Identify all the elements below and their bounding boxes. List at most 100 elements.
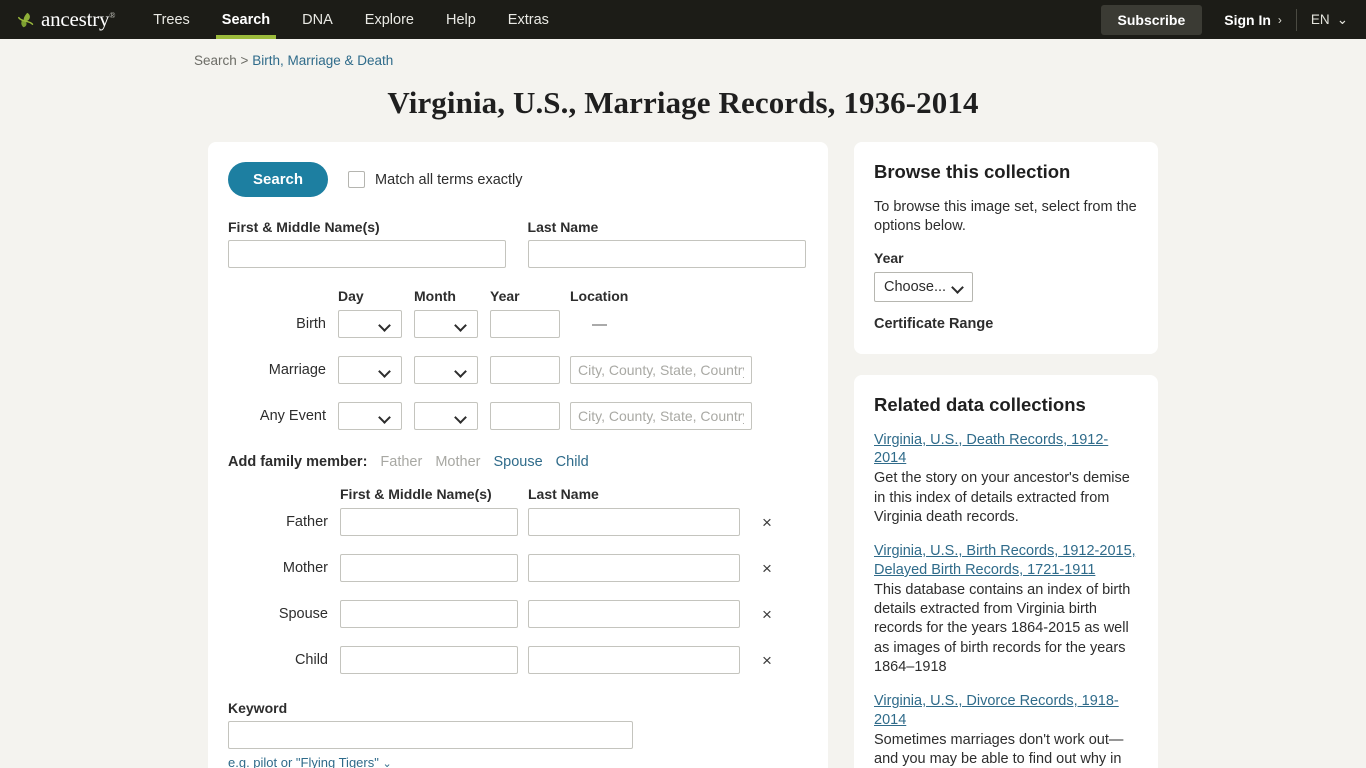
add-family-father: Father bbox=[380, 454, 423, 470]
row-label-birth: Birth bbox=[296, 316, 326, 332]
birth-location-dash: — bbox=[592, 315, 607, 333]
birth-day-select[interactable] bbox=[338, 310, 402, 338]
remove-father-icon[interactable]: × bbox=[758, 514, 776, 531]
any-event-year-input[interactable] bbox=[490, 402, 560, 430]
header-year: Year bbox=[490, 288, 520, 304]
related-desc-birth-records: This database contains an index of birth… bbox=[874, 581, 1131, 675]
remove-spouse-icon[interactable]: × bbox=[758, 606, 776, 623]
search-button[interactable]: Search bbox=[228, 162, 329, 197]
mother-last-name-input[interactable] bbox=[528, 554, 740, 582]
first-name-group: First & Middle Name(s) bbox=[228, 219, 506, 268]
match-all-terms-label: Match all terms exactly bbox=[375, 171, 523, 188]
father-first-name-input[interactable] bbox=[340, 508, 518, 536]
search-actions-row: Search Match all terms exactly bbox=[228, 162, 806, 197]
family-row-label-child: Child bbox=[294, 652, 328, 668]
related-collections-card: Related data collections Virginia, U.S.,… bbox=[854, 374, 1158, 768]
event-date-location-grid: Day Month Year Location Birth — Marriage… bbox=[228, 288, 806, 430]
first-name-input[interactable] bbox=[228, 240, 506, 268]
header-month: Month bbox=[414, 288, 456, 304]
spouse-first-name-input[interactable] bbox=[340, 600, 518, 628]
add-family-child[interactable]: Child bbox=[556, 454, 589, 470]
related-collection-item: Virginia, U.S., Divorce Records, 1918-20… bbox=[874, 692, 1138, 768]
nav-item-dna[interactable]: DNA bbox=[286, 0, 349, 39]
browse-year-select-value: Choose... bbox=[884, 278, 947, 295]
breadcrumb-separator: > bbox=[240, 53, 249, 68]
related-link-death-records[interactable]: Virginia, U.S., Death Records, 1912-2014 bbox=[874, 431, 1138, 469]
chevron-right-icon: › bbox=[1277, 12, 1282, 27]
related-collections-heading: Related data collections bbox=[874, 393, 1086, 415]
marriage-month-select[interactable] bbox=[414, 356, 478, 384]
any-event-day-select[interactable] bbox=[338, 402, 402, 430]
browse-year-label: Year bbox=[874, 249, 904, 266]
sidebar: Browse this collection To browse this im… bbox=[854, 142, 1158, 768]
remove-child-icon[interactable]: × bbox=[758, 652, 776, 669]
nav-item-trees[interactable]: Trees bbox=[137, 0, 206, 39]
marriage-location-input[interactable] bbox=[570, 356, 752, 384]
nav-item-extras[interactable]: Extras bbox=[492, 0, 565, 39]
related-collection-item: Virginia, U.S., Birth Records, 1912-2015… bbox=[874, 542, 1138, 677]
ancestry-logo[interactable]: ancestry® bbox=[0, 0, 137, 39]
browse-collection-card: Browse this collection To browse this im… bbox=[854, 142, 1158, 354]
add-family-member-label: Add family member: bbox=[228, 454, 368, 470]
birth-month-select[interactable] bbox=[414, 310, 478, 338]
header-day: Day bbox=[338, 288, 364, 304]
spouse-last-name-input[interactable] bbox=[528, 600, 740, 628]
language-selector[interactable]: EN ⌄ bbox=[1297, 12, 1354, 28]
breadcrumb: Search > Birth, Marriage & Death bbox=[0, 39, 1366, 68]
breadcrumb-search[interactable]: Search bbox=[194, 53, 237, 68]
related-collection-item: Virginia, U.S., Death Records, 1912-2014… bbox=[874, 431, 1138, 528]
nav-item-help[interactable]: Help bbox=[430, 0, 492, 39]
browse-collection-description: To browse this image set, select from th… bbox=[874, 199, 1137, 235]
remove-mother-icon[interactable]: × bbox=[758, 560, 776, 577]
keyword-group: Keyword e.g. pilot or "Flying Tigers" ⌄ bbox=[228, 700, 806, 768]
page-layout: Search Match all terms exactly First & M… bbox=[0, 121, 1366, 768]
ancestry-leaf-logo-icon bbox=[18, 12, 34, 27]
name-fields-row: First & Middle Name(s) Last Name bbox=[228, 219, 806, 268]
match-all-terms-checkbox[interactable] bbox=[348, 171, 366, 188]
nav-item-explore[interactable]: Explore bbox=[349, 0, 430, 39]
match-exactly-row: Match all terms exactly bbox=[348, 171, 523, 188]
trademark-symbol: ® bbox=[109, 11, 116, 20]
keyword-hint-text: e.g. pilot or "Flying Tigers" bbox=[228, 755, 379, 768]
nav-item-search[interactable]: Search bbox=[206, 0, 286, 39]
certificate-range-label: Certificate Range bbox=[874, 315, 994, 332]
browse-year-select[interactable]: Choose... bbox=[874, 271, 974, 302]
row-label-marriage: Marriage bbox=[268, 362, 326, 378]
family-header-first-name: First & Middle Name(s) bbox=[340, 486, 492, 502]
keyword-hint-link[interactable]: e.g. pilot or "Flying Tigers" ⌄ bbox=[228, 755, 806, 768]
ancestry-wordmark: ancestry® bbox=[41, 7, 116, 31]
any-event-month-select[interactable] bbox=[414, 402, 478, 430]
last-name-input[interactable] bbox=[527, 240, 806, 268]
child-first-name-input[interactable] bbox=[340, 646, 518, 674]
top-navigation-bar: ancestry® Trees Search DNA Explore Help … bbox=[0, 0, 1366, 39]
page-title: Virginia, U.S., Marriage Records, 1936-2… bbox=[387, 85, 979, 120]
nav-right-group: Subscribe Sign In › EN ⌄ bbox=[1100, 0, 1366, 39]
subscribe-button[interactable]: Subscribe bbox=[1100, 4, 1203, 35]
keyword-label: Keyword bbox=[228, 700, 288, 716]
child-last-name-input[interactable] bbox=[528, 646, 740, 674]
add-family-mother: Mother bbox=[435, 454, 481, 470]
breadcrumb-birth-marriage-death[interactable]: Birth, Marriage & Death bbox=[252, 53, 393, 68]
birth-year-input[interactable] bbox=[490, 310, 560, 338]
related-desc-divorce-records: Sometimes marriages don't work out—and y… bbox=[874, 731, 1124, 768]
chevron-down-icon: ⌄ bbox=[1336, 11, 1348, 27]
language-label: EN bbox=[1310, 12, 1330, 27]
marriage-day-select[interactable] bbox=[338, 356, 402, 384]
search-form-card: Search Match all terms exactly First & M… bbox=[208, 142, 828, 768]
browse-collection-heading: Browse this collection bbox=[874, 161, 1071, 182]
row-label-any-event: Any Event bbox=[259, 408, 326, 424]
add-family-spouse[interactable]: Spouse bbox=[493, 454, 542, 470]
first-name-label: First & Middle Name(s) bbox=[228, 219, 380, 235]
keyword-input[interactable] bbox=[228, 721, 633, 749]
related-link-birth-records[interactable]: Virginia, U.S., Birth Records, 1912-2015… bbox=[874, 542, 1138, 580]
last-name-group: Last Name bbox=[527, 219, 806, 268]
related-link-divorce-records[interactable]: Virginia, U.S., Divorce Records, 1918-20… bbox=[874, 692, 1138, 730]
marriage-year-input[interactable] bbox=[490, 356, 560, 384]
sign-in-link[interactable]: Sign In › bbox=[1202, 12, 1296, 28]
mother-first-name-input[interactable] bbox=[340, 554, 518, 582]
last-name-label: Last Name bbox=[527, 219, 599, 235]
header-location: Location bbox=[570, 288, 629, 304]
add-family-member-row: Add family member: Father Mother Spouse … bbox=[228, 454, 806, 470]
father-last-name-input[interactable] bbox=[528, 508, 740, 536]
any-event-location-input[interactable] bbox=[570, 402, 752, 430]
